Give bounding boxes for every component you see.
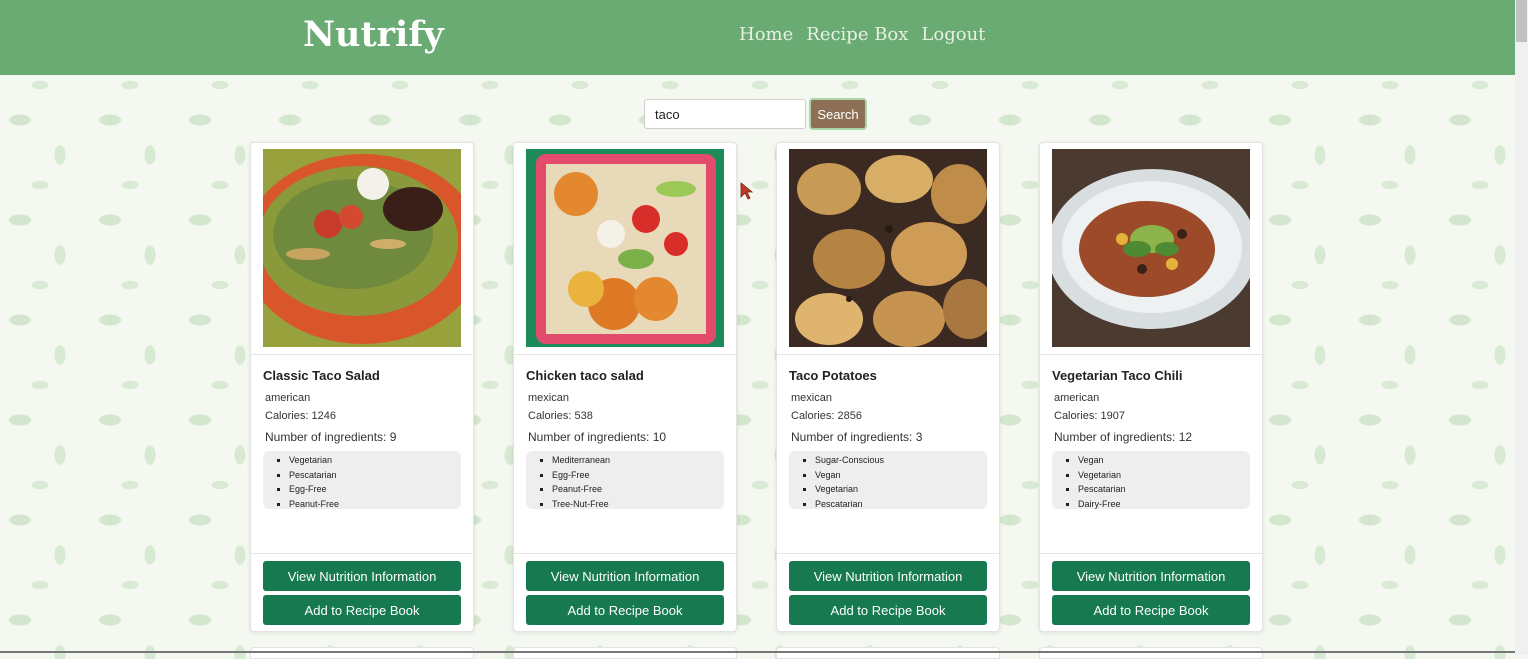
health-label: Egg-Free (289, 482, 461, 497)
card-divider (1040, 553, 1262, 554)
recipe-cuisine: american (265, 392, 311, 404)
health-labels-list: Vegan Vegetarian Pescatarian Dairy-Free (1052, 451, 1250, 509)
view-nutrition-button[interactable]: View Nutrition Information (789, 561, 987, 591)
recipe-image (526, 149, 724, 347)
health-label: Pescatarian (289, 468, 461, 483)
card-divider (777, 553, 999, 554)
view-nutrition-button[interactable]: View Nutrition Information (263, 561, 461, 591)
page-scrollbar[interactable] (1515, 0, 1528, 655)
card-divider (1040, 354, 1262, 355)
nav-logout-link[interactable]: Logout (921, 24, 985, 45)
card-divider (514, 553, 736, 554)
recipe-title: Chicken taco salad (526, 368, 644, 383)
recipe-card: Vegetarian Taco Chili american Calories:… (1039, 142, 1263, 632)
brand-logo[interactable]: Nutrify (303, 14, 444, 55)
recipe-calories: Calories: 538 (528, 410, 593, 422)
card-divider (251, 354, 473, 355)
search-button[interactable]: Search (809, 98, 867, 130)
health-labels-list: Vegetarian Pescatarian Egg-Free Peanut-F… (263, 451, 461, 509)
health-label: Vegan (1078, 453, 1250, 468)
recipe-calories: Calories: 1907 (1054, 410, 1125, 422)
recipe-title: Classic Taco Salad (263, 368, 380, 383)
health-label: Vegetarian (1078, 468, 1250, 483)
add-to-recipe-book-button[interactable]: Add to Recipe Book (1052, 595, 1250, 625)
health-labels-list: Mediterranean Egg-Free Peanut-Free Tree-… (526, 451, 724, 509)
health-label: Sugar-Conscious (815, 453, 987, 468)
recipe-cuisine: mexican (528, 392, 569, 404)
card-divider (251, 553, 473, 554)
nav-recipe-box-link[interactable]: Recipe Box (806, 24, 908, 45)
recipe-card-partial (776, 647, 1000, 659)
recipe-ingredient-count: Number of ingredients: 10 (528, 430, 667, 444)
mouse-cursor-icon (740, 182, 754, 200)
health-label: Dairy-Free (1078, 497, 1250, 512)
health-label: Vegan (815, 468, 987, 483)
card-divider (777, 354, 999, 355)
nav-links: Home Recipe Box Logout (739, 24, 985, 45)
recipe-ingredient-count: Number of ingredients: 12 (1054, 430, 1193, 444)
recipe-card: Chicken taco salad mexican Calories: 538… (513, 142, 737, 632)
recipe-title: Taco Potatoes (789, 368, 877, 383)
navbar: Nutrify Home Recipe Box Logout (0, 0, 1515, 75)
bottom-edge (0, 651, 1515, 653)
recipe-cuisine: mexican (791, 392, 832, 404)
recipe-ingredient-count: Number of ingredients: 3 (791, 430, 923, 444)
recipe-ingredient-count: Number of ingredients: 9 (265, 430, 397, 444)
add-to-recipe-book-button[interactable]: Add to Recipe Book (789, 595, 987, 625)
health-label: Tree-Nut-Free (552, 497, 724, 512)
nav-home-link[interactable]: Home (739, 24, 793, 45)
recipe-calories: Calories: 2856 (791, 410, 862, 422)
health-label: Vegetarian (815, 482, 987, 497)
recipe-image (789, 149, 987, 347)
health-label: Peanut-Free (289, 497, 461, 512)
scrollbar-thumb[interactable] (1516, 0, 1527, 42)
add-to-recipe-book-button[interactable]: Add to Recipe Book (263, 595, 461, 625)
recipe-title: Vegetarian Taco Chili (1052, 368, 1183, 383)
add-to-recipe-book-button[interactable]: Add to Recipe Book (526, 595, 724, 625)
recipe-card: Taco Potatoes mexican Calories: 2856 Num… (776, 142, 1000, 632)
view-nutrition-button[interactable]: View Nutrition Information (526, 561, 724, 591)
health-label: Pescatarian (815, 497, 987, 512)
health-labels-list: Sugar-Conscious Vegan Vegetarian Pescata… (789, 451, 987, 509)
card-divider (514, 354, 736, 355)
recipe-image (1052, 149, 1250, 347)
recipe-calories: Calories: 1246 (265, 410, 336, 422)
health-label: Peanut-Free (552, 482, 724, 497)
recipe-card-partial (513, 647, 737, 659)
recipe-cuisine: american (1054, 392, 1100, 404)
health-label: Mediterranean (552, 453, 724, 468)
health-label: Vegetarian (289, 453, 461, 468)
recipe-card: Classic Taco Salad american Calories: 12… (250, 142, 474, 632)
recipe-image (263, 149, 461, 347)
health-label: Pescatarian (1078, 482, 1250, 497)
recipe-card-partial (1039, 647, 1263, 659)
search-input[interactable] (644, 99, 806, 129)
recipe-card-partial (250, 647, 474, 659)
health-label: Egg-Free (552, 468, 724, 483)
view-nutrition-button[interactable]: View Nutrition Information (1052, 561, 1250, 591)
